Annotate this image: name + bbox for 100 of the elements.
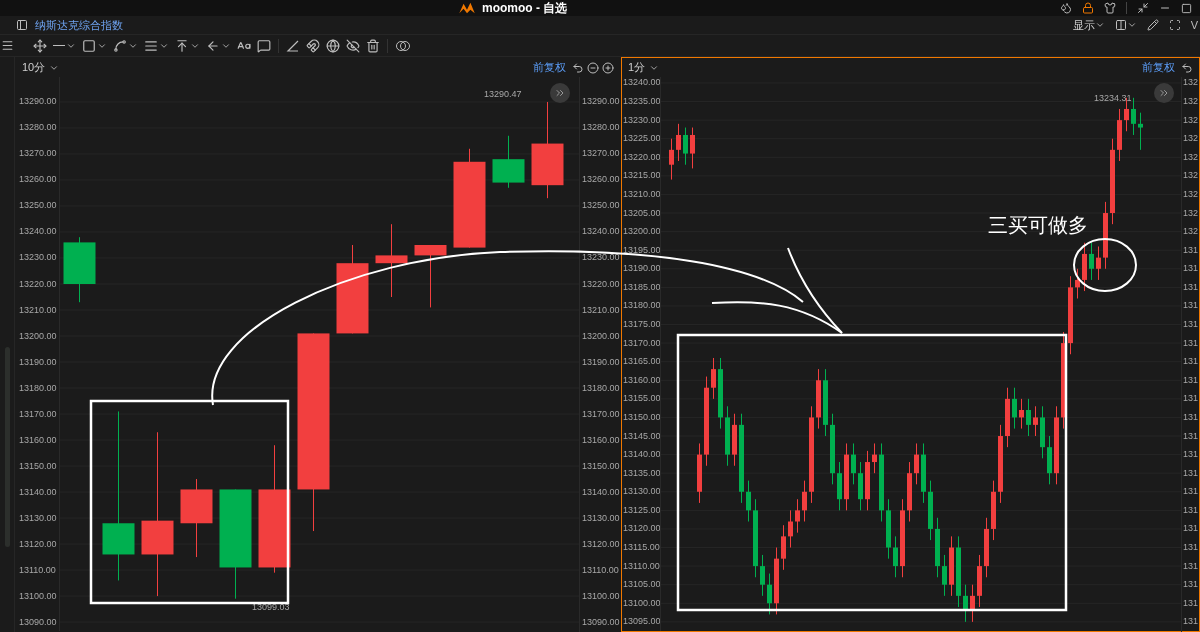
price-axis-label: 13250.00 [19,200,57,212]
circle-mark [1073,238,1137,292]
price-axis-label: 13190.00 [623,263,661,275]
candlestick [414,244,447,308]
shirt-icon[interactable] [1104,2,1116,14]
candlestick [865,450,870,511]
candlestick [1117,108,1122,162]
candlestick [1075,268,1080,299]
price-axis-label: 13120.00 [19,538,57,550]
undo-icon[interactable] [572,61,584,74]
layout-dropdown[interactable] [1114,19,1137,31]
columns-icon [1114,19,1127,31]
price-axis-label: 13150.00 [582,460,620,472]
price-axis-label: 13230.00 [623,114,661,126]
candlestick [1019,398,1024,430]
price-axis-label: 131 [1183,560,1199,572]
price-axis-label: 13100.00 [19,590,57,602]
high-price-label: 13290.47 [484,88,522,101]
caret-icon [1126,20,1137,30]
price-axis-label: 13140.00 [582,486,620,498]
candlestick [830,413,835,485]
fullscreen-icon[interactable] [1168,19,1181,31]
expand-button[interactable] [1154,83,1174,103]
price-axis-label: 13140.00 [19,486,57,498]
droplets-icon[interactable] [1060,2,1072,14]
sidebar-toggle-icon[interactable] [16,19,28,31]
eye-off-icon [346,38,360,53]
double-chevron-icon [1158,87,1170,99]
zoom-out-icon[interactable] [587,61,599,74]
candlestick [683,127,688,166]
candlestick [1138,112,1143,151]
annotation-text: 三买可做多 [988,213,1088,238]
price-axis-label: 13280.00 [582,122,620,134]
price-axis-label: 13210.00 [582,304,620,316]
price-axis-label: 131 [1183,319,1199,330]
price-axis-label: 131 [1183,411,1199,423]
price-axis-label: 131 [1183,393,1199,405]
candlestick [816,368,821,430]
candlestick [1131,97,1136,136]
maximize-icon[interactable] [1181,2,1192,14]
candlestick [984,517,989,578]
price-axis-label: 13110.00 [623,560,660,572]
price-axis-label: 13165.00 [623,356,661,368]
display-dropdown[interactable]: 显示 [1072,16,1105,34]
price-adjust-link[interactable]: 前复权 [1142,59,1175,76]
price-adjust-link[interactable]: 前复权 [533,59,566,76]
pencil-icon[interactable] [1146,19,1159,31]
globe-icon [326,38,340,53]
shrink-icon[interactable] [1137,2,1149,14]
price-axis-label: 13105.00 [623,579,661,591]
price-axis-label: 13160.00 [582,434,620,446]
zoom-in-icon[interactable] [602,61,614,74]
price-axis-label: 131 [1183,374,1199,386]
two-circles-icon [395,39,411,52]
symbol-name: 纳斯达克综合指数 [35,17,123,33]
price-axis-label: 13090.00 [19,616,57,628]
candlestick [746,480,751,522]
price-axis-label: 13170.00 [582,408,620,420]
price-axis-label: 132 [1183,226,1199,238]
price-axis-label: 131 [1183,263,1199,275]
price-axis-label: 131 [1183,356,1199,368]
price-axis-label: 131 [1183,486,1199,498]
price-axis-label: 13235.00 [623,96,661,107]
menu-icon[interactable] [1,39,14,52]
price-axis-label: 13240.00 [19,226,57,238]
interval-dropdown[interactable]: 1分 [628,59,660,76]
interval-dropdown[interactable]: 10分 [22,59,60,76]
price-axis-label: 13095.00 [623,616,661,628]
undo-icon[interactable] [1181,61,1193,74]
lock-icon[interactable] [1082,2,1094,14]
price-axis-label: 13115.00 [623,542,660,553]
candlestick [970,584,975,623]
price-axis-label: 132 [1183,151,1199,163]
price-axis-label: 13290.00 [582,96,620,108]
candlestick [1040,405,1045,459]
candlestick [767,573,772,615]
candlestick [921,442,926,504]
candlestick [851,442,856,485]
price-axis-label: 13210.00 [623,188,661,200]
price-axis-label: 13180.00 [19,382,57,394]
high-price-label: 13234.31 [1094,92,1132,105]
price-axis-label: 13195.00 [623,244,661,256]
expand-button[interactable] [550,83,570,103]
price-axis-label: 13170.00 [623,337,661,349]
arrow-up-line-icon [175,38,189,53]
candlestick [788,509,793,548]
price-axis-label: 131 [1183,542,1199,553]
price-axis-label: 13155.00 [623,393,661,405]
price-axis-label: 13225.00 [623,133,661,145]
window-title: moomoo - 自选 [482,0,568,16]
candlestick [914,442,919,485]
candlestick [823,368,828,437]
price-axis-label: 13130.00 [19,512,57,524]
arrow-icon [206,38,220,53]
price-axis-label: 13130.00 [623,486,661,498]
double-chevron-icon [554,87,566,99]
speech-bubble-icon [257,38,271,53]
candlestick [1082,242,1087,292]
candlestick [725,405,730,467]
price-axis-label: 13120.00 [623,523,661,535]
